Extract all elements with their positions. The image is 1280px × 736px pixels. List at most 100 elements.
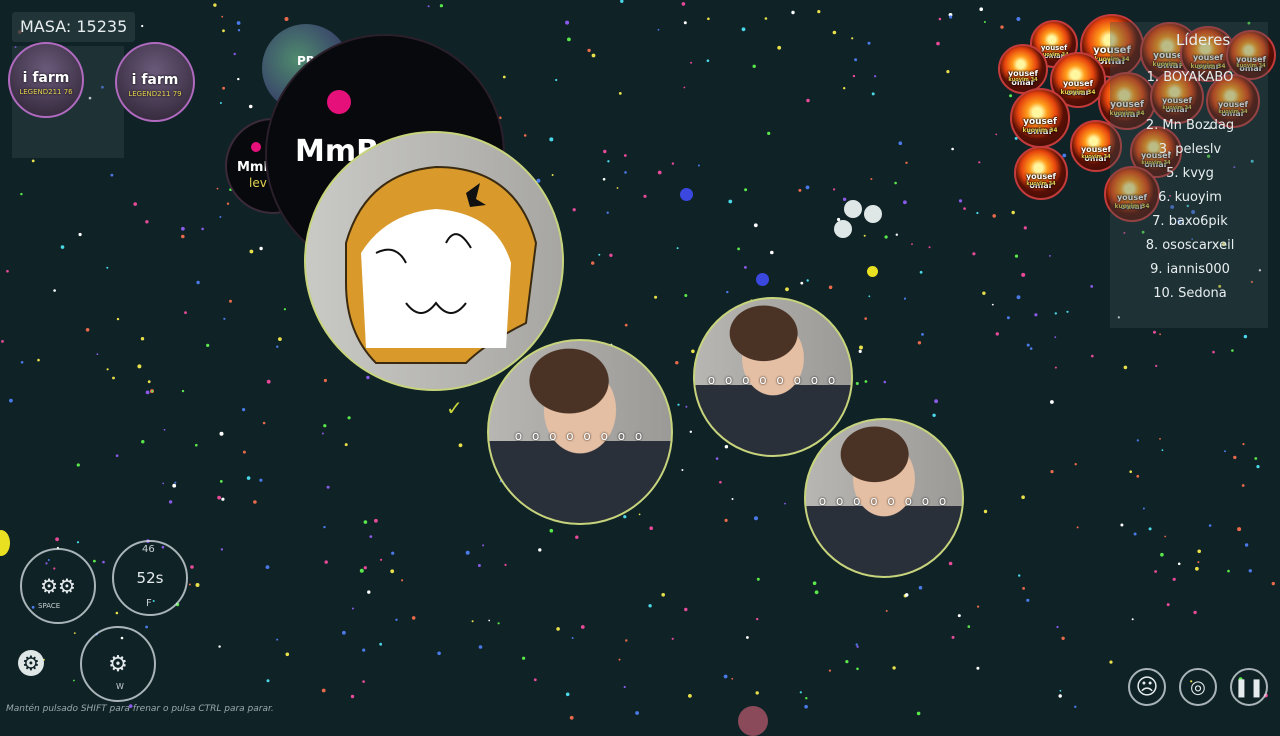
food-pellet [1054, 312, 1058, 315]
food-pellet [983, 509, 988, 514]
food-pellet [1029, 347, 1033, 350]
food-pellet [1131, 618, 1134, 621]
food-pellet [401, 579, 404, 582]
food-pellet [1021, 272, 1026, 277]
food-pellet [190, 565, 194, 569]
food-pellet [661, 593, 665, 597]
food-pellet [323, 424, 327, 428]
food-pellet [864, 380, 868, 383]
sad-face-icon: ☹ [1135, 674, 1159, 700]
food-pellet [785, 287, 789, 292]
food-pellet [870, 178, 873, 180]
split-key-label: SPACE [38, 602, 61, 610]
food-pellet [76, 463, 80, 467]
food-pellet [855, 643, 858, 646]
player-cell-farm-1: i farm LEGEND211 76 [8, 42, 84, 118]
food-pellet [147, 380, 151, 384]
food-pellet [854, 58, 858, 62]
food-pellet [106, 368, 109, 371]
food-pellet [958, 199, 963, 203]
food-pellet [1159, 438, 1161, 440]
food-pellet [9, 398, 13, 403]
food-pellet [1023, 226, 1027, 230]
food-pellet [538, 548, 542, 552]
food-pellet [648, 604, 652, 608]
food-pellet [78, 232, 82, 237]
pause-button[interactable]: ❚❚ [1230, 668, 1268, 706]
food-pellet [1016, 17, 1021, 21]
food-pellet [565, 692, 570, 697]
food-pellet [919, 270, 923, 274]
food-pellet [106, 266, 109, 269]
food-pellet [439, 4, 443, 8]
chat-button[interactable]: ◎ [1179, 668, 1217, 706]
food-pellet [465, 550, 470, 555]
gear-icon[interactable]: ⚙ [18, 650, 44, 676]
food-pellet [1197, 549, 1201, 554]
food-pellet [551, 174, 554, 176]
leaderboard-entry: 2. Mn Bozdag [1145, 118, 1235, 133]
food-pellet [458, 443, 463, 448]
cell-name: i farm [131, 72, 179, 88]
player-cell-2: o o o o o o o o [693, 297, 853, 457]
food-pellet [851, 37, 854, 40]
food-pellet [657, 170, 662, 175]
food-pellet [482, 544, 485, 547]
food-pellet [437, 651, 441, 656]
food-pellet [324, 560, 328, 564]
food-pellet [163, 428, 166, 431]
food-pellet [571, 637, 574, 639]
food-pellet [934, 399, 938, 404]
food-pellet [681, 469, 684, 471]
food-pellet [391, 551, 395, 555]
emoji-button[interactable]: ☹ [1128, 668, 1166, 706]
food-pellet [195, 583, 200, 587]
food-pellet [1074, 463, 1077, 466]
food-pellet [625, 639, 628, 642]
split-button[interactable]: ⚙⚙ [20, 548, 96, 624]
food-pellet [351, 607, 354, 610]
food-pellet [992, 214, 996, 218]
food-pellet [220, 548, 224, 551]
food-pellet [246, 476, 251, 480]
food-pellet [219, 102, 222, 104]
food-pellet [379, 642, 383, 646]
leaderboard-entry: 8. ososcarxeil [1145, 238, 1235, 253]
food-pellet [756, 577, 760, 581]
food-pellet [504, 563, 507, 567]
mass-counter: MASA: 15235 [12, 12, 136, 42]
food-pellet [219, 216, 222, 218]
meme-face-icon [345, 165, 538, 364]
food-pellet [677, 403, 680, 406]
food-pellet [767, 131, 771, 135]
food-pellet [1016, 295, 1021, 300]
food-pellet [259, 246, 263, 251]
food-pellet [689, 430, 692, 433]
food-pellet [1256, 465, 1260, 469]
food-pellet [746, 636, 749, 639]
food-pellet [799, 691, 802, 694]
food-pellet [728, 199, 733, 204]
food-pellet [635, 711, 639, 715]
food-pellet [488, 619, 491, 622]
food-pellet [671, 637, 674, 640]
player-cell-3: o o o o o o o o [804, 418, 964, 578]
food-pellet [141, 440, 145, 444]
food-pellet [706, 59, 710, 62]
food-pellet [885, 609, 888, 612]
food-pellet [724, 445, 729, 449]
food-pellet [623, 515, 627, 519]
food-pellet [591, 53, 596, 58]
blue-pellet [756, 273, 769, 286]
food-pellet [684, 294, 688, 297]
food-pellet [620, 0, 624, 3]
control-hint: Mantén pulsado SHIFT para frenar o pulsa… [6, 704, 274, 714]
food-pellet [248, 104, 253, 109]
food-pellet [53, 289, 56, 292]
food-pellet [852, 74, 856, 78]
enemy-cell-yousef: yousef omar kuoyim 34 [998, 44, 1048, 94]
food-pellet [683, 21, 687, 25]
food-pellet [266, 379, 271, 384]
food-pellet [948, 561, 953, 566]
food-pellet [323, 525, 326, 529]
